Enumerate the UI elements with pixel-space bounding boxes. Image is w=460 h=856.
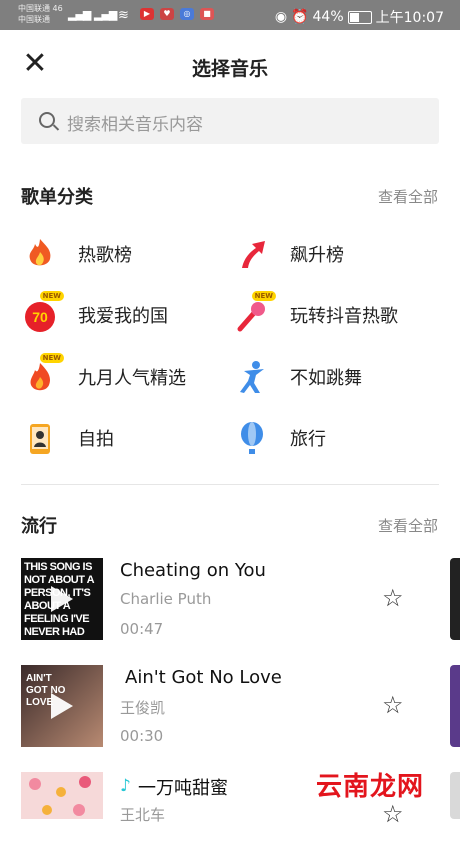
category-label: 不如跳舞 <box>290 368 362 389</box>
next-card-peek <box>450 772 460 819</box>
favorite-star-icon[interactable]: ☆ <box>382 586 404 610</box>
category-label: 九月人气精选 <box>78 368 186 389</box>
battery-percent: 44% <box>312 9 344 25</box>
search-placeholder: 搜索相关音乐内容 <box>67 115 203 135</box>
play-icon[interactable] <box>51 586 73 612</box>
search-icon <box>39 112 55 128</box>
track-artist: 王俊凯 <box>120 699 166 717</box>
popular-see-all-link[interactable]: 查看全部 <box>378 515 438 536</box>
category-label: 飙升榜 <box>290 245 344 266</box>
favorite-star-icon[interactable]: ☆ <box>382 802 404 826</box>
flame-icon: NEW <box>22 353 64 395</box>
svg-text:70: 70 <box>32 309 48 325</box>
eye-icon: ◉ <box>274 9 288 25</box>
category-label: 玩转抖音热歌 <box>290 306 398 327</box>
new-badge: NEW <box>39 353 64 363</box>
microphone-icon: NEW <box>234 291 276 333</box>
rising-arrow-icon <box>234 236 270 272</box>
battery-icon <box>347 10 372 24</box>
clock: 上午10:07 <box>375 10 444 26</box>
app-notification-icon: ▶ <box>140 8 154 20</box>
watermark: 云南龙网 <box>315 772 424 802</box>
cover-pattern <box>29 776 91 816</box>
track-title: 一万吨甜蜜 <box>138 778 228 799</box>
track-artist: Charlie Puth <box>120 590 212 608</box>
category-label: 我爱我的国 <box>78 306 168 327</box>
section-divider <box>21 484 439 485</box>
track-row[interactable]: AIN'T GOT NO LOVE Ain't Got No Love 王俊凯 … <box>0 665 460 749</box>
favorite-star-icon[interactable]: ☆ <box>382 693 404 717</box>
track-title: Cheating on You <box>120 560 266 581</box>
status-right: ◉ ⏰ 44% 上午10:07 <box>275 7 444 27</box>
category-label: 自拍 <box>78 429 114 450</box>
playlist-section-title: 歌单分类 <box>21 187 93 208</box>
new-badge: NEW <box>251 291 276 301</box>
signal-icon-2: ▂▄▆ <box>94 8 117 21</box>
play-icon[interactable] <box>51 693 73 719</box>
album-cover[interactable]: AIN'T GOT NO LOVE <box>21 665 103 747</box>
category-douyin-hits[interactable]: NEW 玩转抖音热歌 <box>234 291 398 335</box>
album-cover[interactable]: THIS SONG IS NOT ABOUT A PERSON, IT'S AB… <box>21 558 103 640</box>
category-selfie[interactable]: 自拍 <box>22 418 114 458</box>
seventy-badge-icon: 70 NEW <box>22 291 64 333</box>
category-love-my-country[interactable]: 70 NEW 我爱我的国 <box>22 291 168 335</box>
heart-notification-icon: ♥ <box>160 8 174 20</box>
category-rising[interactable]: 飙升榜 <box>234 234 344 274</box>
playlist-see-all-link[interactable]: 查看全部 <box>378 186 438 207</box>
track-duration: 00:47 <box>120 620 164 638</box>
selfie-phone-icon <box>22 420 58 456</box>
next-card-peek <box>450 665 460 747</box>
category-travel[interactable]: 旅行 <box>234 418 326 458</box>
track-row[interactable]: THIS SONG IS NOT ABOUT A PERSON, IT'S AB… <box>0 558 460 642</box>
track-duration: 00:30 <box>120 727 164 745</box>
category-september-picks[interactable]: NEW 九月人气精选 <box>22 353 186 397</box>
dancer-icon <box>234 359 270 395</box>
fire-icon <box>22 236 58 272</box>
album-cover[interactable] <box>21 772 103 819</box>
hot-air-balloon-icon <box>234 420 270 456</box>
search-input[interactable]: 搜索相关音乐内容 <box>21 98 439 144</box>
app-notification-icon-2: ◎ <box>180 8 194 20</box>
app-notification-icon-3: ■ <box>200 8 214 20</box>
track-artist: 王北车 <box>120 806 166 824</box>
new-badge: NEW <box>39 291 64 301</box>
popular-section-title: 流行 <box>21 516 57 537</box>
carrier-label: 中国联通 46 中国联通 <box>18 4 63 24</box>
category-hot-songs[interactable]: 热歌榜 <box>22 234 132 274</box>
douyin-note-icon: ♪ <box>120 776 131 796</box>
page-title: 选择音乐 <box>191 58 268 80</box>
wifi-icon: ≋ <box>118 8 129 23</box>
status-bar: 中国联通 46 中国联通 ▂▄▆ ▂▄▆ ≋ ▶ ♥ ◎ ■ ◉ ⏰ 44% 上… <box>0 0 460 30</box>
category-lets-dance[interactable]: 不如跳舞 <box>234 357 362 397</box>
signal-icon: ▂▄▆ <box>68 8 91 21</box>
category-label: 旅行 <box>290 429 326 450</box>
alarm-icon: ⏰ <box>291 9 309 25</box>
next-card-peek <box>450 558 460 640</box>
track-title: Ain't Got No Love <box>125 667 282 688</box>
category-label: 热歌榜 <box>78 245 132 266</box>
